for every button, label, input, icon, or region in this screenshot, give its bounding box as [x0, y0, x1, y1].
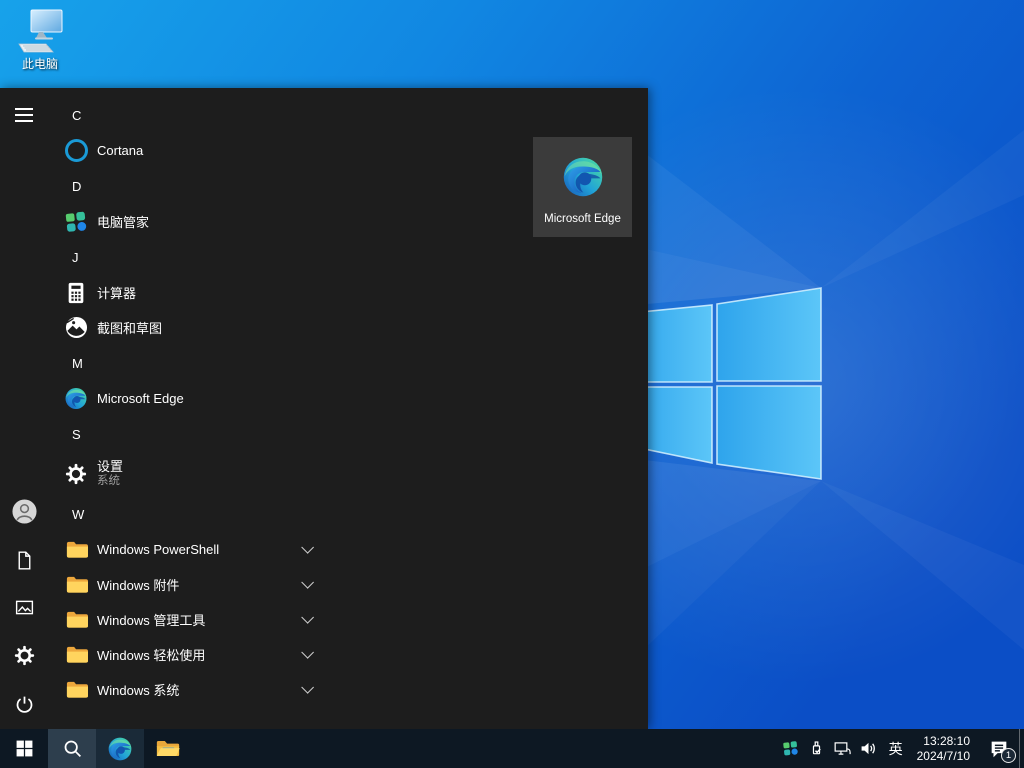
start-section-header-m[interactable]: M [48, 345, 326, 381]
documents-icon [14, 550, 35, 571]
edge-icon [64, 387, 88, 411]
pc-manager-icon [64, 210, 88, 234]
tile-label: Microsoft Edge [544, 213, 621, 225]
edge-icon [561, 155, 605, 199]
system-tray: 英 13:28:10 2024/7/10 1 [778, 729, 1024, 768]
hamburger-icon [15, 108, 33, 122]
folder-icon [64, 608, 88, 632]
this-pc-icon [16, 8, 64, 54]
volume-icon[interactable] [856, 729, 882, 768]
start-menu-panel: C Cortana D 电脑管家 J [0, 88, 648, 729]
cortana-icon [64, 139, 88, 163]
documents-button[interactable] [0, 540, 48, 580]
start-tile-microsoft-edge[interactable]: Microsoft Edge [533, 137, 632, 237]
start-app-microsoft-edge[interactable]: Microsoft Edge [48, 381, 326, 416]
action-center-button[interactable]: 1 [979, 729, 1019, 768]
desktop-icon-this-pc[interactable]: 此电脑 [10, 8, 70, 72]
taskbar-edge-button[interactable] [96, 729, 144, 768]
chevron-down-icon [301, 576, 314, 589]
start-section-header-d[interactable]: D [48, 168, 326, 204]
pictures-icon [14, 597, 35, 618]
chevron-down-icon [301, 541, 314, 554]
taskbar-clock[interactable]: 13:28:10 2024/7/10 [910, 729, 979, 768]
start-section-header-s[interactable]: S [48, 416, 326, 452]
user-account-button[interactable] [0, 491, 48, 531]
power-button[interactable] [0, 684, 48, 724]
start-folder-windows-accessories[interactable]: Windows 附件 [48, 567, 326, 602]
pc-manager-tray-icon[interactable] [778, 729, 804, 768]
taskbar-file-explorer-button[interactable] [144, 729, 192, 768]
expand-menu-button[interactable] [0, 95, 48, 135]
start-folder-windows-ease-of-access[interactable]: Windows 轻松使用 [48, 637, 326, 672]
ime-indicator[interactable]: 英 [882, 729, 910, 768]
start-button[interactable] [0, 729, 48, 768]
clock-date: 2024/7/10 [917, 749, 970, 764]
taskbar-search-button[interactable] [48, 729, 96, 768]
taskbar: 英 13:28:10 2024/7/10 1 [0, 729, 1024, 768]
folder-icon [64, 643, 88, 667]
settings-subtitle: 系统 [97, 474, 123, 489]
start-section-header-c[interactable]: C [48, 97, 326, 133]
file-explorer-icon [155, 736, 181, 762]
start-app-pc-manager[interactable]: 电脑管家 [48, 204, 326, 239]
start-folder-windows-powershell[interactable]: Windows PowerShell [48, 532, 326, 567]
chevron-down-icon [301, 646, 314, 659]
settings-gear-icon [14, 645, 35, 666]
calculator-icon [64, 281, 88, 305]
folder-icon [64, 538, 88, 562]
start-folder-windows-system[interactable]: Windows 系统 [48, 672, 326, 707]
start-section-header-w[interactable]: W [48, 496, 326, 532]
windows-logo-icon [15, 739, 34, 758]
chevron-down-icon [301, 611, 314, 624]
folder-icon [64, 678, 88, 702]
settings-button[interactable] [0, 635, 48, 675]
user-avatar [11, 498, 38, 525]
clock-time: 13:28:10 [917, 734, 970, 749]
start-folder-windows-admin-tools[interactable]: Windows 管理工具 [48, 602, 326, 637]
search-icon [62, 738, 83, 759]
edge-icon [107, 736, 133, 762]
settings-gear-icon [64, 462, 88, 486]
power-icon [14, 694, 35, 715]
start-app-list: C Cortana D 电脑管家 J [48, 97, 326, 707]
start-app-cortana[interactable]: Cortana [48, 133, 326, 168]
usb-icon[interactable] [804, 729, 830, 768]
show-desktop-button[interactable] [1019, 729, 1024, 768]
desktop-icon-label: 此电脑 [22, 55, 58, 72]
start-section-header-j[interactable]: J [48, 239, 326, 275]
chevron-down-icon [301, 681, 314, 694]
network-icon[interactable] [830, 729, 856, 768]
folder-icon [64, 573, 88, 597]
notification-badge: 1 [1001, 748, 1016, 763]
start-app-snip-sketch[interactable]: 截图和草图 [48, 310, 326, 345]
start-menu-rail [0, 88, 48, 729]
start-app-calculator[interactable]: 计算器 [48, 275, 326, 310]
start-app-settings[interactable]: 设置 系统 [48, 452, 326, 496]
snip-sketch-icon [64, 316, 88, 340]
pictures-button[interactable] [0, 587, 48, 627]
